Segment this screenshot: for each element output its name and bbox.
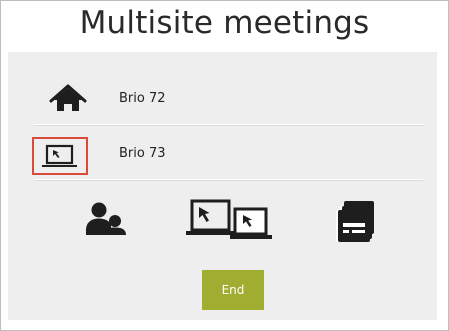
page-title: Multisite meetings [79,5,370,41]
site-label: Brio 73 [119,146,166,161]
site-row-brio-72[interactable]: Brio 72 [34,80,423,125]
site-label: Brio 72 [119,91,166,106]
laptop-icon [32,137,88,175]
meeting-actions [8,194,437,250]
end-button[interactable]: End [202,270,264,310]
site-row-brio-73[interactable]: Brio 73 [32,135,423,180]
contacts-icon[interactable] [84,201,134,245]
share-screen-icon[interactable] [186,197,282,249]
home-icon [42,82,96,120]
meeting-panel: Brio 72 Brio 73 End [8,52,437,320]
contact-cards-icon[interactable] [330,197,380,249]
